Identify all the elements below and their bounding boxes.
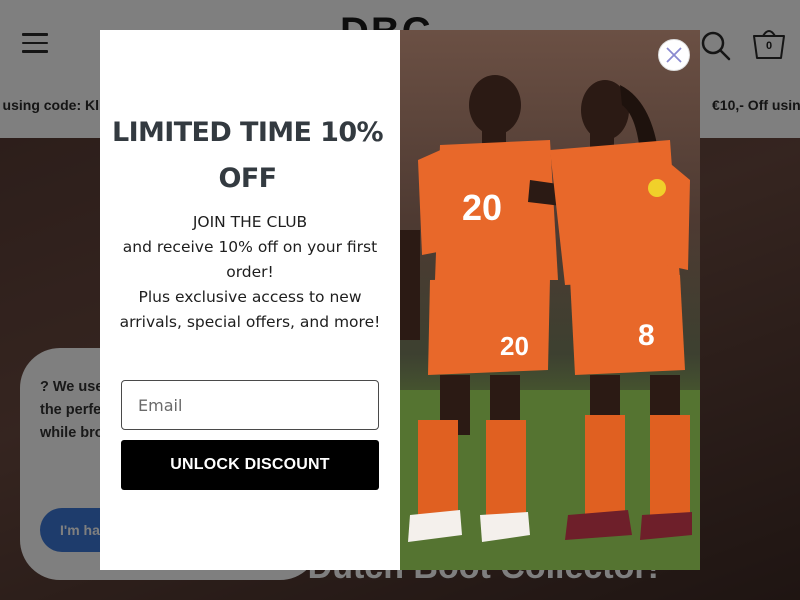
email-input[interactable] xyxy=(121,380,379,430)
left-shorts-number: 20 xyxy=(500,331,529,361)
popup-title: LIMITED TIME 10% OFF xyxy=(111,117,384,194)
popup-line-offer: and receive 10% off on your first order! xyxy=(122,238,378,281)
popup-content: LIMITED TIME 10% OFF JOIN THE CLUB and r… xyxy=(100,30,400,570)
close-button[interactable] xyxy=(658,39,690,71)
left-jersey-number: 20 xyxy=(462,187,502,228)
popup-image: 20 20 8 xyxy=(400,30,700,570)
popup-line-join: JOIN THE CLUB xyxy=(192,213,308,231)
discount-popup: LIMITED TIME 10% OFF JOIN THE CLUB and r… xyxy=(100,30,700,570)
unlock-discount-button[interactable]: UNLOCK DISCOUNT xyxy=(121,440,379,490)
close-icon xyxy=(666,47,682,63)
popup-line-perks: Plus exclusive access to new arrivals, s… xyxy=(119,288,381,331)
popup-body: JOIN THE CLUB and receive 10% off on you… xyxy=(110,210,390,335)
right-shorts-number: 8 xyxy=(638,319,655,352)
